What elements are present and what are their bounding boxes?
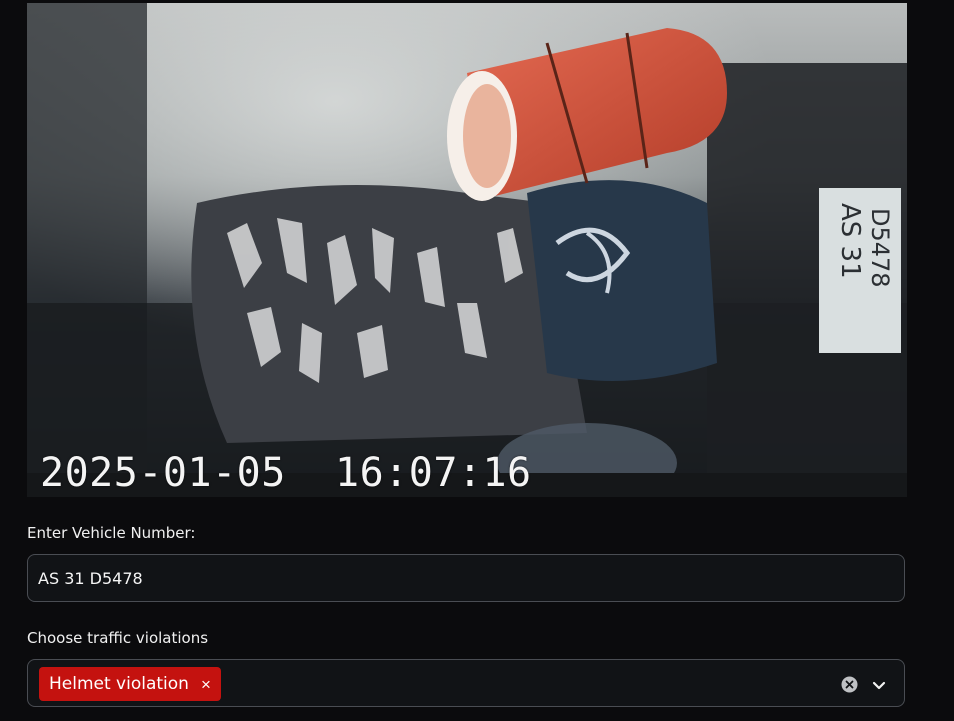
camera-timestamp: 2025-01-05 16:07:16	[40, 450, 532, 496]
vehicle-number-value: AS 31 D5478	[38, 569, 143, 588]
camera-scene: AS 31 D5478	[27, 3, 907, 497]
chevron-down-icon[interactable]	[870, 676, 888, 694]
app-root: AS 31 D5478 2025-01-05 16:07:16 Enter Ve…	[0, 0, 954, 721]
vehicle-number-input[interactable]: AS 31 D5478	[27, 554, 905, 602]
violations-label: Choose traffic violations	[27, 629, 209, 647]
close-icon[interactable]: ×	[201, 676, 211, 693]
plate-text: AS 31	[835, 203, 865, 279]
vehicle-number-label: Enter Vehicle Number:	[27, 524, 196, 542]
selected-violation-tag: Helmet violation ×	[39, 667, 221, 701]
violations-multiselect[interactable]: Helmet violation ×	[27, 659, 905, 707]
camera-snapshot-image: AS 31 D5478 2025-01-05 16:07:16	[27, 3, 907, 497]
clear-circle-icon[interactable]	[841, 676, 858, 693]
plate-text-2: D5478	[866, 208, 894, 288]
violation-tag-label: Helmet violation	[49, 674, 189, 694]
